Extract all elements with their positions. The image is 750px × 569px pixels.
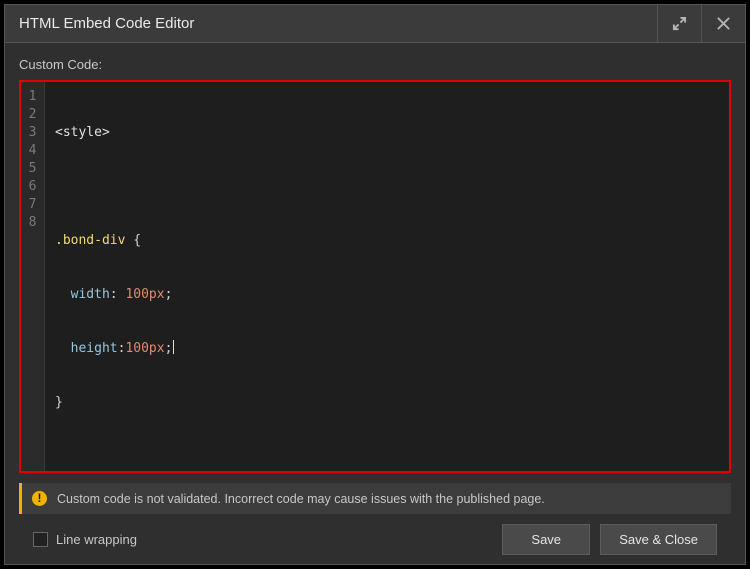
modal-title: HTML Embed Code Editor bbox=[5, 15, 657, 32]
checkbox-box[interactable] bbox=[33, 532, 48, 547]
code-line: width: 100px; bbox=[55, 286, 719, 304]
code-area[interactable]: <style> .bond-div { width: 100px; height… bbox=[45, 82, 729, 471]
line-number: 8 bbox=[21, 214, 44, 232]
checkbox-label: Line wrapping bbox=[56, 532, 137, 547]
code-editor[interactable]: 1 2 3 4 5 6 7 8 <style> .bond-div { widt… bbox=[19, 80, 731, 473]
text-cursor bbox=[173, 340, 174, 354]
expand-icon bbox=[672, 16, 687, 31]
line-wrapping-toggle[interactable]: Line wrapping bbox=[33, 532, 137, 547]
line-number: 2 bbox=[21, 106, 44, 124]
line-number: 6 bbox=[21, 178, 44, 196]
close-button[interactable] bbox=[701, 5, 745, 43]
code-line bbox=[55, 178, 719, 196]
warning-text: Custom code is not validated. Incorrect … bbox=[57, 492, 545, 506]
html-embed-modal: HTML Embed Code Editor Custom Code: 1 2 … bbox=[4, 4, 746, 565]
line-number: 1 bbox=[21, 88, 44, 106]
code-line bbox=[55, 448, 719, 466]
line-number: 5 bbox=[21, 160, 44, 178]
code-line: height:100px; bbox=[55, 340, 719, 358]
titlebar: HTML Embed Code Editor bbox=[5, 5, 745, 43]
warning-banner: ! Custom code is not validated. Incorrec… bbox=[19, 483, 731, 514]
footer: Line wrapping Save Save & Close bbox=[19, 514, 731, 564]
line-number: 4 bbox=[21, 142, 44, 160]
code-line: <style> bbox=[55, 124, 719, 142]
code-line: .bond-div { bbox=[55, 232, 719, 250]
code-line: } bbox=[55, 394, 719, 412]
line-gutter: 1 2 3 4 5 6 7 8 bbox=[21, 82, 45, 471]
field-label: Custom Code: bbox=[19, 57, 731, 72]
line-number: 3 bbox=[21, 124, 44, 142]
line-number: 7 bbox=[21, 196, 44, 214]
close-icon bbox=[716, 16, 731, 31]
save-close-button[interactable]: Save & Close bbox=[600, 524, 717, 555]
save-button[interactable]: Save bbox=[502, 524, 590, 555]
modal-body: Custom Code: 1 2 3 4 5 6 7 8 <style> .bo… bbox=[5, 43, 745, 564]
expand-button[interactable] bbox=[657, 5, 701, 43]
warning-icon: ! bbox=[32, 491, 47, 506]
